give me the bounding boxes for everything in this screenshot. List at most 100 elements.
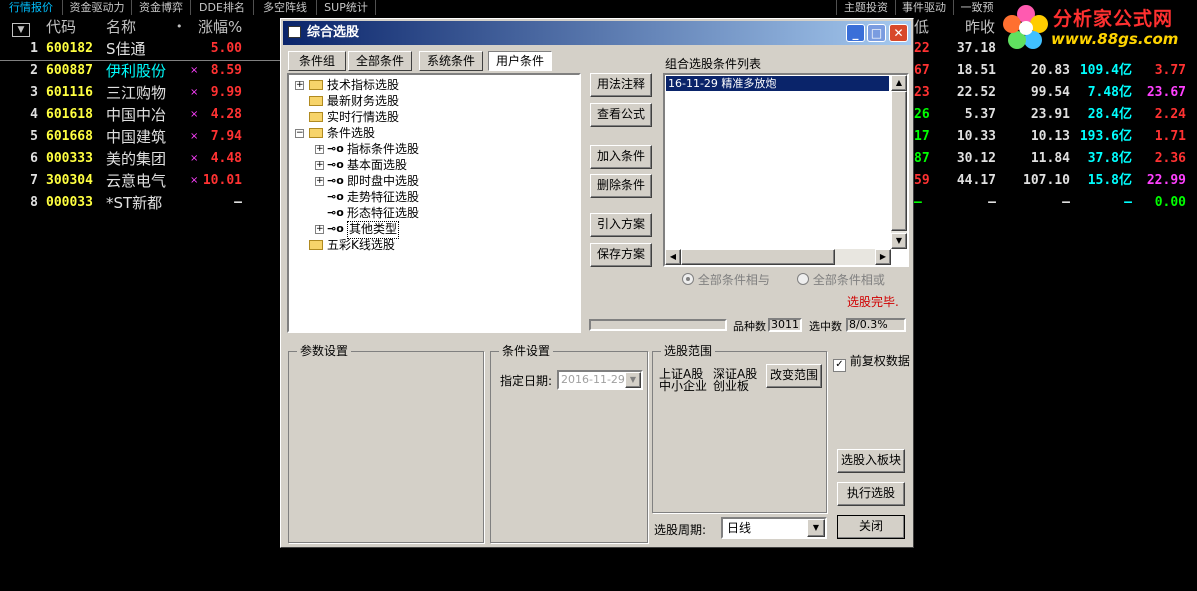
condition-tree[interactable]: + 技术指标选股 最新财务选股 实时行情选股 − 条件选股 + ⊸o 指标条件选股 + ⊸o 基本面选… [287,73,581,333]
tree-item-label: 实时行情选股 [327,110,400,124]
folder-icon [309,240,323,250]
price-col [1010,38,1070,60]
save-plan-button[interactable]: 保存方案 [590,243,652,267]
scroll-left-icon[interactable]: ◀ [665,249,681,265]
collapse-icon[interactable]: − [295,129,304,138]
tree-item[interactable]: 最新财务选股 [289,93,569,109]
tree-item[interactable]: + ⊸o 即时盘中选股 [289,173,569,189]
radio-all-and[interactable]: 全部条件相与 [682,271,770,288]
header-prev-close[interactable]: 昨收 [965,17,995,37]
add-condition-button[interactable]: 加入条件 [590,145,652,169]
scroll-down-icon[interactable]: ▼ [891,233,907,249]
tab-event-drive[interactable]: 事件驱动 [895,0,954,15]
add-to-block-button[interactable]: 选股入板块 [837,449,905,473]
price-col: 10.13 [1030,129,1070,144]
scroll-thumb[interactable] [891,91,907,231]
tree-item[interactable]: − 条件选股 [289,125,569,141]
expand-icon[interactable]: + [315,225,324,234]
change-pct: 8.59 [210,63,242,78]
view-formula-button[interactable]: 查看公式 [590,103,652,127]
change-pct: 5.00 [210,41,242,56]
tab-quotes[interactable]: 行情报价 [0,0,63,15]
amount [1074,38,1132,60]
close-button[interactable]: 关闭 [837,515,905,539]
scroll-up-icon[interactable]: ▲ [891,75,907,91]
column-menu-button[interactable]: ▼ [12,17,34,37]
range-title: 选股范围 [661,344,716,358]
tree-item[interactable]: + ⊸o 其他类型 [289,221,569,239]
usage-notes-button[interactable]: 用法注释 [590,73,652,97]
change-pct: — [234,195,242,210]
tree-item[interactable]: + 技术指标选股 [289,77,569,93]
stock-code: 300304 [46,173,93,188]
expand-icon[interactable]: + [315,145,324,154]
tab-all-conditions[interactable]: 全部条件 [348,51,412,71]
radio-icon [682,273,694,285]
header-low[interactable]: 低 [914,17,929,37]
tree-item[interactable]: ⊸o 走势特征选股 [289,189,569,205]
radio-all-or[interactable]: 全部条件相或 [797,271,885,288]
expand-icon[interactable]: + [315,161,324,170]
row-index: 3 [30,85,38,100]
condition-list-title: 组合选股条件列表 [665,57,762,71]
stock-code: 600887 [46,63,93,78]
low-price: 87 [914,151,930,166]
change-pct: 10.01 [202,173,242,188]
horizontal-scrollbar[interactable]: ◀ ▶ [665,249,891,265]
chevron-down-icon[interactable]: ▼ [807,519,825,537]
tree-item[interactable]: 五彩K线选股 [289,237,569,253]
expand-icon[interactable]: + [315,177,324,186]
tab-long-short[interactable]: 多空阵线 [254,0,317,15]
condition-list-item[interactable]: 16-11-29 精准多放炮 [666,76,889,91]
date-label: 指定日期: [500,374,553,388]
range-item-sme: 中小企业 [659,379,708,393]
amount: — [1124,195,1132,210]
tab-user-conditions[interactable]: 用户条件 [488,51,552,71]
change-range-button[interactable]: 改变范围 [766,364,822,388]
period-select[interactable]: 日线 ▼ [721,517,827,539]
price-col: 23.91 [1030,107,1070,122]
key-icon: ⊸o [327,190,344,203]
minimize-button[interactable]: _ [846,24,865,42]
price-col: 99.54 [1030,85,1070,100]
date-picker[interactable]: 2016-11-29 ▼ [557,370,643,390]
stock-name: 三江购物 [106,84,167,102]
hscroll-thumb[interactable] [681,249,835,265]
tree-item-label: 基本面选股 [347,158,408,172]
execute-screen-button[interactable]: 执行选股 [837,482,905,506]
row-separator [0,60,280,61]
dialog-titlebar[interactable]: 综合选股 _ □ ✕ [283,21,911,45]
chevron-down-icon[interactable]: ▼ [625,372,641,388]
price-col: — [1062,195,1070,210]
tab-fund-game[interactable]: 资金博弈 [132,0,191,15]
tree-item[interactable]: 实时行情选股 [289,109,569,125]
fq-checkbox[interactable]: ✓ 前复权数据 [833,352,910,372]
delete-condition-button[interactable]: 删除条件 [590,174,652,198]
header-name[interactable]: 名称 [106,17,136,37]
header-change[interactable]: 涨幅% [198,17,242,37]
header-code[interactable]: 代码 [46,17,76,37]
tab-dde-rank[interactable]: DDE排名 [191,0,254,15]
tree-item-label: 指标条件选股 [347,142,420,156]
close-icon[interactable]: ✕ [889,24,908,42]
import-plan-button[interactable]: 引入方案 [590,213,652,237]
tab-condition-group[interactable]: 条件组 [288,51,346,71]
tab-consensus[interactable]: 一致预 [954,0,1000,15]
condition-list[interactable]: 16-11-29 精准多放炮 ▲ ▼ ◀ ▶ [663,73,909,267]
tab-fund-drive[interactable]: 资金驱动力 [63,0,132,15]
count-value: 3011 [768,318,802,332]
tree-item-label: 最新财务选股 [327,94,400,108]
scroll-right-icon[interactable]: ▶ [875,249,891,265]
tree-item[interactable]: + ⊸o 基本面选股 [289,157,569,173]
maximize-button[interactable]: □ [867,24,886,42]
tab-system-conditions[interactable]: 系统条件 [419,51,483,71]
vertical-scrollbar[interactable]: ▲ ▼ [891,75,907,249]
tab-theme-invest[interactable]: 主题投资 [836,0,896,15]
tree-item[interactable]: + ⊸o 指标条件选股 [289,141,569,157]
tree-item[interactable]: ⊸o 形态特征选股 [289,205,569,221]
expand-icon[interactable]: + [295,81,304,90]
stock-name: 中国建筑 [106,128,167,146]
tab-sup-stats[interactable]: SUP统计 [317,0,376,15]
stock-name: S佳通 [106,40,146,58]
condition-settings-group: 条件设置 指定日期: 2016-11-29 ▼ [490,344,648,543]
